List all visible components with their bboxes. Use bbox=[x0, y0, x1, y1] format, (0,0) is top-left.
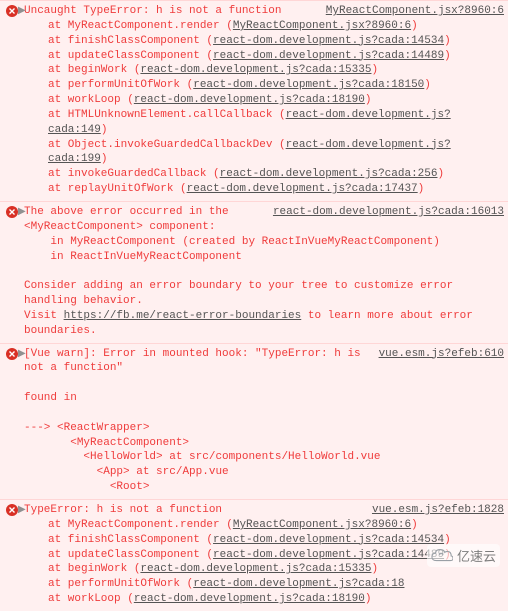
console-error[interactable]: ▶ vue.esm.js?efeb:610 [Vue warn]: Error … bbox=[0, 343, 508, 499]
stack-frame: at invokeGuardedCallback (react-dom.deve… bbox=[48, 167, 504, 182]
error-icon bbox=[6, 206, 18, 218]
body-line: Consider adding an error boundary to you… bbox=[24, 279, 504, 309]
stack-link[interactable]: react-dom.development.js?cada:18190 bbox=[134, 94, 365, 106]
console-error[interactable]: ▶ MyReactComponent.jsx?8960:6 Uncaught T… bbox=[0, 0, 508, 201]
body-line: <App> at src/App.vue bbox=[24, 465, 504, 480]
stack-link[interactable]: react-dom.development.js?cada:18 bbox=[193, 578, 404, 590]
stack-frame: at finishClassComponent (react-dom.devel… bbox=[48, 34, 504, 49]
body-line: in ReactInVueMyReactComponent bbox=[24, 250, 504, 265]
stack-frame: at workLoop (react-dom.development.js?ca… bbox=[48, 592, 504, 607]
stack-link[interactable]: react-dom.development.js?cada:14534 bbox=[213, 35, 444, 47]
body-line: in MyReactComponent (created by ReactInV… bbox=[24, 235, 504, 250]
body-line: <MyReactComponent> bbox=[24, 436, 504, 451]
body-line: <MyReactComponent> component: bbox=[24, 220, 504, 235]
watermark-text: 亿速云 bbox=[457, 546, 496, 565]
console-panel: ▶ MyReactComponent.jsx?8960:6 Uncaught T… bbox=[0, 0, 508, 581]
stack-link[interactable]: react-dom.development.js?cada:18190 bbox=[134, 593, 365, 605]
stack-link[interactable]: react-dom.development.js?cada:14489 bbox=[213, 50, 444, 62]
error-icon bbox=[6, 5, 18, 17]
console-error[interactable]: ▶ react-dom.development.js?cada:16013 Th… bbox=[0, 201, 508, 343]
error-icon bbox=[6, 348, 18, 360]
stack-frame: at updateClassComponent (react-dom.devel… bbox=[48, 49, 504, 64]
stack-frame: at beginWork (react-dom.development.js?c… bbox=[48, 63, 504, 78]
error-headline: [Vue warn]: Error in mounted hook: "Type… bbox=[24, 348, 361, 375]
error-body: found in ---> <ReactWrapper> <MyReactCom… bbox=[24, 376, 504, 495]
stack-link[interactable]: react-dom.development.js?cada:14534 bbox=[213, 534, 444, 546]
stack-link[interactable]: react-dom.development.js?cada:149 bbox=[48, 109, 451, 136]
source-link[interactable]: MyReactComponent.jsx?8960:6 bbox=[326, 4, 504, 19]
body-line: <HelloWorld> at src/components/HelloWorl… bbox=[24, 450, 504, 465]
error-headline: TypeError: h is not a function bbox=[24, 504, 222, 516]
stack-link[interactable]: react-dom.development.js?cada:14489 bbox=[213, 549, 444, 561]
body-line: ---> <ReactWrapper> bbox=[24, 421, 504, 436]
error-icon bbox=[6, 504, 18, 516]
stack-frame: at HTMLUnknownElement.callCallback (reac… bbox=[48, 108, 504, 138]
source-link[interactable]: vue.esm.js?efeb:610 bbox=[379, 347, 504, 362]
cloud-icon bbox=[431, 548, 453, 564]
stack-link[interactable]: react-dom.development.js?cada:15335 bbox=[140, 64, 371, 76]
stack-frame: at workLoop (react-dom.development.js?ca… bbox=[48, 93, 504, 108]
stack-frame: at replayUnitOfWork (react-dom.developme… bbox=[48, 182, 504, 197]
stack-frame: at MyReactComponent.render (MyReactCompo… bbox=[48, 518, 504, 533]
expand-arrow-icon[interactable]: ▶ bbox=[18, 504, 26, 518]
body-line bbox=[24, 406, 504, 421]
body-line: found in bbox=[24, 391, 504, 406]
expand-arrow-icon[interactable]: ▶ bbox=[18, 206, 26, 220]
stack-link[interactable]: react-dom.development.js?cada:15335 bbox=[140, 563, 371, 575]
watermark: 亿速云 bbox=[427, 544, 500, 567]
stack-link[interactable]: react-dom.development.js?cada:17437 bbox=[187, 183, 418, 195]
body-line: Visit https://fb.me/react-error-boundari… bbox=[24, 309, 504, 339]
error-headline: Uncaught TypeError: h is not a function bbox=[24, 5, 281, 17]
error-headline: The above error occurred in the bbox=[24, 206, 229, 218]
expand-arrow-icon[interactable]: ▶ bbox=[18, 348, 26, 362]
stack-frame: at performUnitOfWork (react-dom.developm… bbox=[48, 577, 504, 592]
body-line bbox=[24, 376, 504, 391]
body-line bbox=[24, 264, 504, 279]
stack-frame: at performUnitOfWork (react-dom.developm… bbox=[48, 78, 504, 93]
stack-frame: at MyReactComponent.render (MyReactCompo… bbox=[48, 19, 504, 34]
stack-link[interactable]: react-dom.development.js?cada:256 bbox=[220, 168, 438, 180]
stack-frame: at Object.invokeGuardedCallbackDev (reac… bbox=[48, 138, 504, 168]
expand-arrow-icon[interactable]: ▶ bbox=[18, 5, 26, 19]
stack-link[interactable]: react-dom.development.js?cada:199 bbox=[48, 139, 451, 166]
stack-link[interactable]: MyReactComponent.jsx?8960:6 bbox=[233, 519, 411, 531]
stack-trace: at MyReactComponent.render (MyReactCompo… bbox=[48, 19, 504, 197]
source-link[interactable]: react-dom.development.js?cada:16013 bbox=[273, 205, 504, 220]
source-link[interactable]: vue.esm.js?efeb:1828 bbox=[372, 503, 504, 518]
inline-link[interactable]: https://fb.me/react-error-boundaries bbox=[64, 310, 302, 322]
stack-link[interactable]: MyReactComponent.jsx?8960:6 bbox=[233, 20, 411, 32]
stack-link[interactable]: react-dom.development.js?cada:18150 bbox=[193, 79, 424, 91]
error-body: <MyReactComponent> component: in MyReact… bbox=[24, 220, 504, 339]
body-line: <Root> bbox=[24, 480, 504, 495]
